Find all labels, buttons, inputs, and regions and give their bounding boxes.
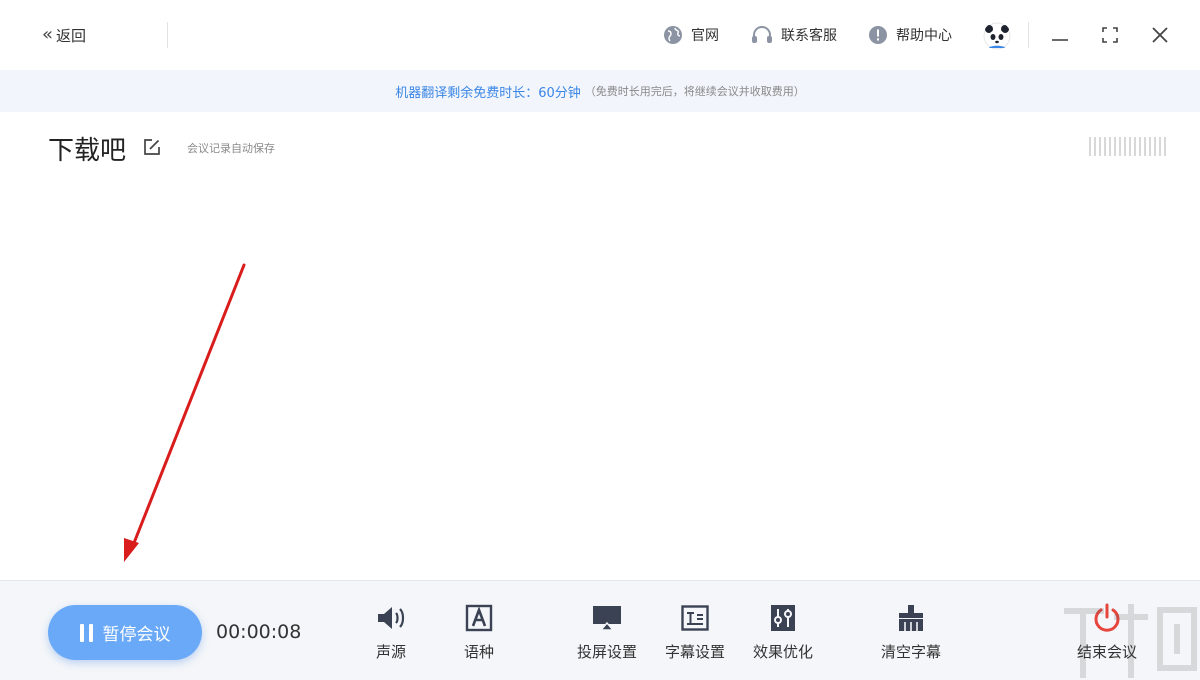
audio-level-meter xyxy=(1089,137,1171,156)
level-meter-tick xyxy=(1129,137,1131,156)
back-label: 返回 xyxy=(56,26,87,45)
edit-title-button[interactable] xyxy=(143,138,161,156)
subtitle-icon xyxy=(681,605,709,631)
panda-avatar-icon xyxy=(983,22,1011,50)
customer-service-link[interactable]: 联系客服 xyxy=(751,22,837,48)
level-meter-tick xyxy=(1109,137,1111,156)
cast-icon xyxy=(593,606,621,631)
user-avatar[interactable] xyxy=(983,22,1011,50)
sound-source-button[interactable]: 声源 xyxy=(351,603,431,663)
official-site-link[interactable]: 官网 xyxy=(663,22,719,48)
free-duration-notice: 机器翻译剩余免费时长： 60分钟 （免费时长用完后，将继续会议并收取费用） xyxy=(0,70,1200,112)
close-icon xyxy=(1152,27,1168,43)
level-meter-tick xyxy=(1104,137,1106,156)
level-meter-tick xyxy=(1114,137,1116,156)
level-meter-tick xyxy=(1099,137,1101,156)
maximize-icon xyxy=(1102,27,1118,43)
level-meter-tick xyxy=(1139,137,1141,156)
subtitle-settings-label: 字幕设置 xyxy=(664,643,725,661)
level-meter-tick xyxy=(1134,137,1136,156)
headset-icon xyxy=(752,26,772,43)
customer-service-label: 联系客服 xyxy=(781,28,837,44)
level-meter-tick xyxy=(1154,137,1156,156)
notice-text: 机器翻译剩余免费时长： xyxy=(395,85,539,101)
minimize-button[interactable] xyxy=(1049,24,1071,46)
cast-settings-label: 投屏设置 xyxy=(576,643,637,661)
bottom-toolbar: 暂停会议 00:00:08 声源 语种 投屏设置 字幕设置 效果优化 清空字幕 … xyxy=(0,580,1200,680)
meeting-title: 下载吧 xyxy=(48,136,127,166)
level-meter-tick xyxy=(1089,137,1091,156)
broom-icon xyxy=(899,605,923,631)
pause-meeting-button[interactable]: 暂停会议 xyxy=(48,605,202,660)
edit-icon xyxy=(144,139,160,155)
pause-icon xyxy=(79,623,93,642)
level-meter-tick xyxy=(1119,137,1121,156)
minimize-icon xyxy=(1052,39,1068,41)
level-meter-tick xyxy=(1144,137,1146,156)
help-center-label: 帮助中心 xyxy=(896,28,952,44)
language-button[interactable]: 语种 xyxy=(439,603,519,663)
sound-source-label: 声源 xyxy=(375,643,406,661)
cast-settings-button[interactable]: 投屏设置 xyxy=(567,603,647,663)
level-meter-tick xyxy=(1159,137,1161,156)
autosave-hint: 会议记录自动保存 xyxy=(187,142,275,155)
meeting-timer: 00:00:08 xyxy=(216,621,302,643)
notice-remaining-time: 60分钟 xyxy=(538,85,581,101)
level-meter-tick xyxy=(1149,137,1151,156)
globe-icon xyxy=(664,26,682,44)
level-meter-tick xyxy=(1164,137,1166,156)
double-chevron-left-icon: « xyxy=(42,24,53,45)
power-icon xyxy=(1094,603,1120,632)
end-meeting-label: 结束会议 xyxy=(1076,643,1137,661)
divider xyxy=(1028,22,1029,48)
subtitle-settings-button[interactable]: 字幕设置 xyxy=(655,603,735,663)
pause-meeting-label: 暂停会议 xyxy=(102,625,171,645)
effect-optimization-button[interactable]: 效果优化 xyxy=(743,603,823,663)
info-icon xyxy=(869,26,887,44)
speaker-icon xyxy=(378,607,405,629)
notice-subtext: （免费时长用完后，将继续会议并收取费用） xyxy=(584,85,805,98)
end-meeting-button[interactable]: 结束会议 xyxy=(1067,603,1147,663)
language-label: 语种 xyxy=(463,643,494,661)
close-button[interactable] xyxy=(1149,24,1171,46)
title-bar: « 返回 官网 联系客服 帮助中心 xyxy=(0,0,1200,70)
clear-subtitles-button[interactable]: 清空字幕 xyxy=(871,603,951,663)
clear-subtitles-label: 清空字幕 xyxy=(880,643,941,661)
sliders-icon xyxy=(771,605,795,631)
maximize-button[interactable] xyxy=(1099,24,1121,46)
divider xyxy=(167,22,168,48)
back-button[interactable]: « 返回 xyxy=(42,22,86,48)
level-meter-tick xyxy=(1124,137,1126,156)
language-icon xyxy=(465,604,493,632)
help-center-link[interactable]: 帮助中心 xyxy=(868,22,952,48)
official-site-label: 官网 xyxy=(691,28,719,44)
effect-optimization-label: 效果优化 xyxy=(752,643,813,661)
level-meter-tick xyxy=(1094,137,1096,156)
